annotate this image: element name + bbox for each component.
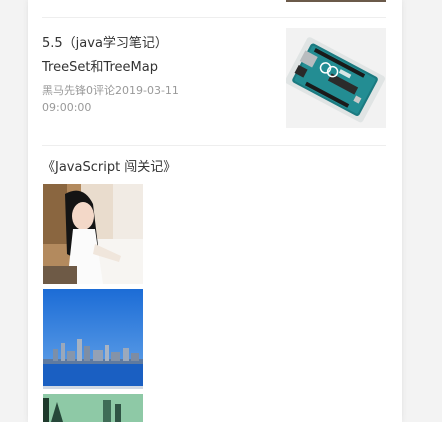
gallery-image-green[interactable] xyxy=(43,394,143,422)
divider xyxy=(42,17,386,18)
article-meta-line2: 09:00:00 xyxy=(42,101,92,114)
arduino-board-image xyxy=(286,28,386,128)
article-meta-line1: 黑马先锋0评论2019-03-11 xyxy=(42,84,179,97)
woman-photo xyxy=(43,184,143,284)
article-title-line2[interactable]: TreeSet和TreeMap xyxy=(42,56,272,80)
article-item[interactable]: 5.5（java学习笔记） TreeSet和TreeMap 黑马先锋0评论201… xyxy=(42,28,386,132)
page: 5.5（java学习笔记） TreeSet和TreeMap 黑马先锋0评论201… xyxy=(0,0,442,422)
content-card: 5.5（java学习笔记） TreeSet和TreeMap 黑马先锋0评论201… xyxy=(28,0,402,422)
article-thumbnail[interactable] xyxy=(286,28,386,128)
article-title-line1[interactable]: 5.5（java学习笔记） xyxy=(42,32,272,56)
gallery-image-city[interactable] xyxy=(43,289,143,389)
gallery-section-title[interactable]: 《JavaScript 闯关记》 xyxy=(42,158,176,178)
gallery-image-woman[interactable] xyxy=(43,184,143,284)
city-skyline-photo xyxy=(43,289,143,389)
previous-article-thumbnail[interactable] xyxy=(286,0,386,2)
divider xyxy=(42,145,386,146)
right-margin xyxy=(402,0,442,422)
article-title[interactable]: 5.5（java学习笔记） TreeSet和TreeMap xyxy=(42,32,272,80)
green-photo xyxy=(43,394,143,422)
article-meta: 黑马先锋0评论2019-03-11 09:00:00 xyxy=(42,82,212,116)
left-margin xyxy=(0,0,28,422)
